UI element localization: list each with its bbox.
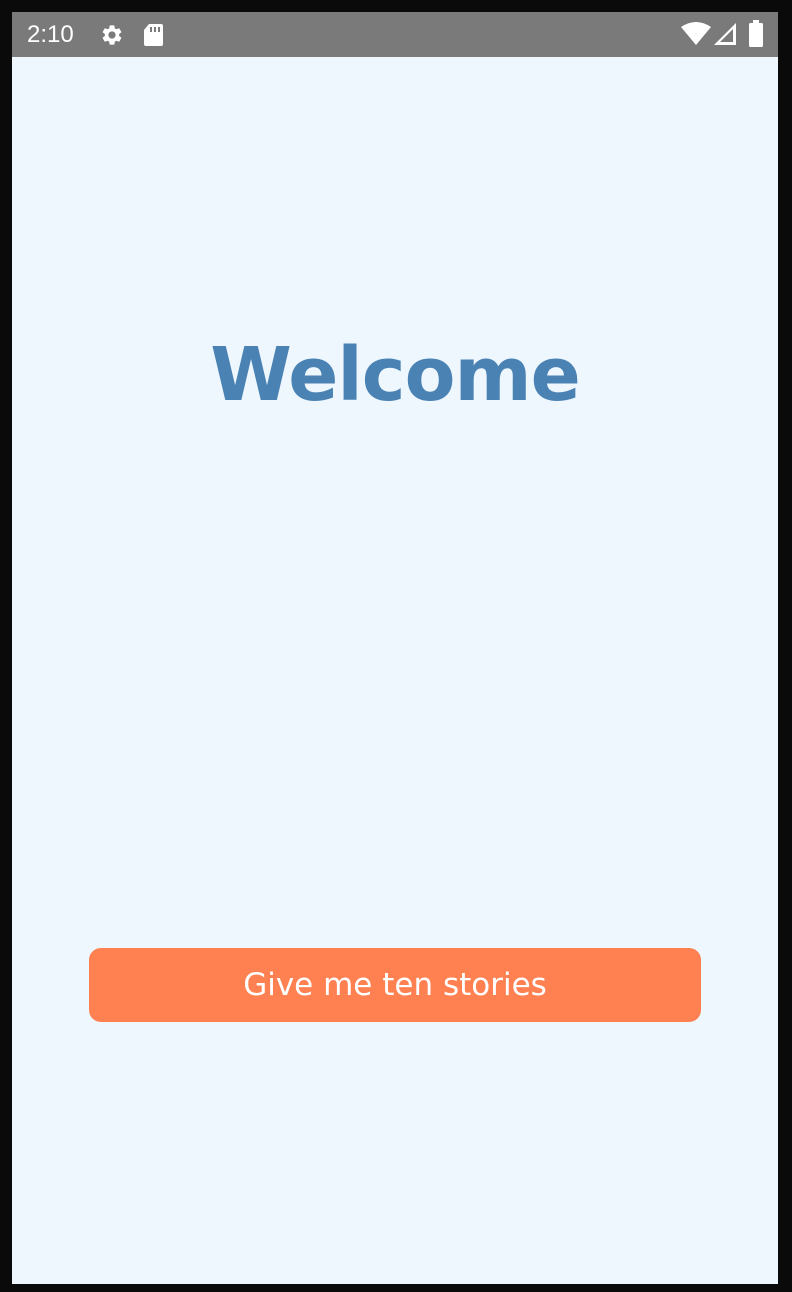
device-frame: 2:10 Welcome Give me ten stories — [0, 0, 792, 1292]
signal-icon — [714, 23, 736, 45]
app-screen: 2:10 Welcome Give me ten stories — [12, 12, 778, 1284]
welcome-title: Welcome — [210, 332, 581, 418]
give-ten-stories-button[interactable]: Give me ten stories — [89, 948, 701, 1022]
gear-icon — [102, 25, 122, 45]
status-time: 2:10 — [27, 21, 74, 48]
sd-card-icon — [144, 24, 163, 46]
wifi-icon — [681, 22, 711, 45]
battery-icon — [749, 20, 763, 47]
status-bar: 2:10 — [12, 12, 778, 57]
